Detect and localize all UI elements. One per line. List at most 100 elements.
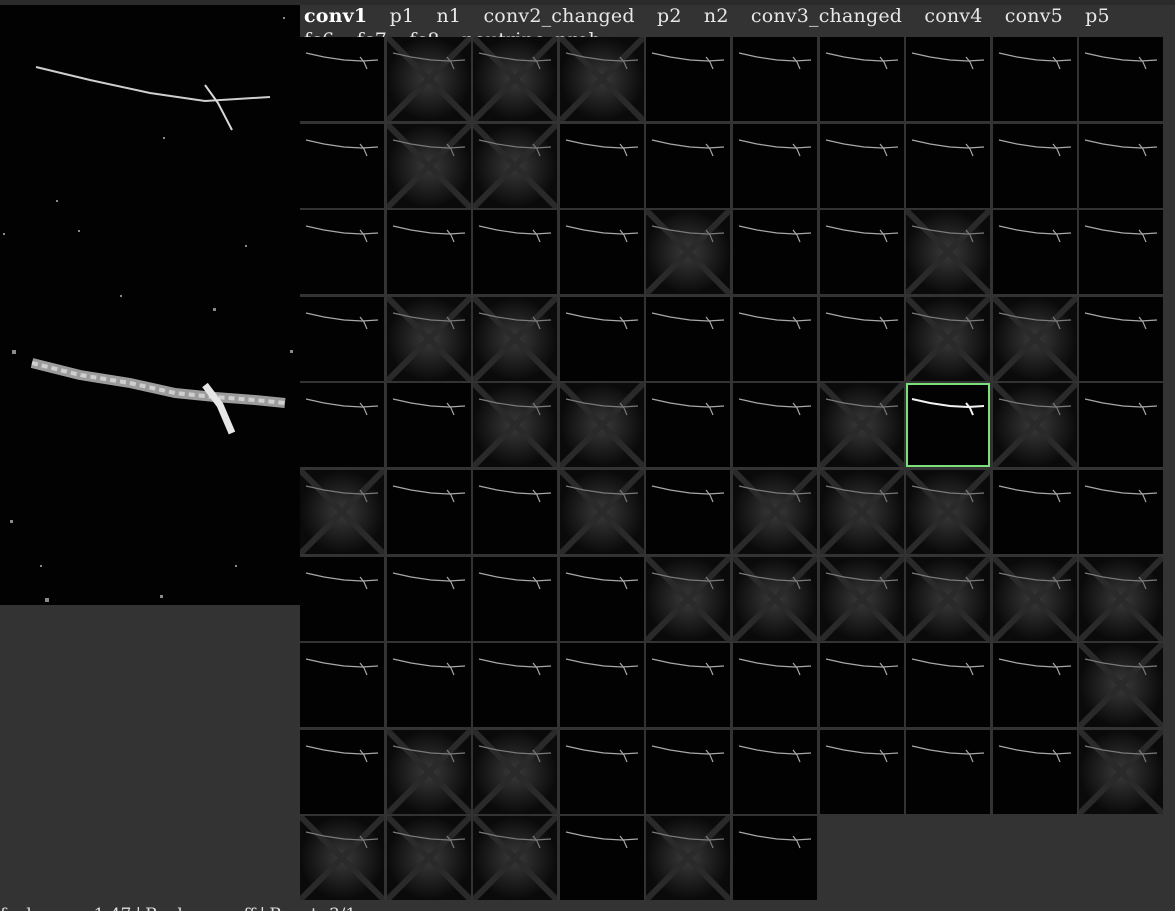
layer-tab-conv4[interactable]: conv4 <box>924 5 982 27</box>
unit-cell[interactable] <box>733 816 817 900</box>
unit-cell[interactable] <box>820 557 904 641</box>
unit-cell[interactable] <box>387 297 471 381</box>
unit-cell[interactable] <box>993 37 1077 121</box>
unit-cell[interactable] <box>560 210 644 294</box>
unit-cell[interactable] <box>646 557 730 641</box>
layer-tab-fc7[interactable]: fc7 <box>357 29 387 37</box>
unit-cell[interactable] <box>300 297 384 381</box>
unit-cell[interactable] <box>906 297 990 381</box>
unit-cell[interactable] <box>733 730 817 814</box>
unit-cell[interactable] <box>1079 383 1163 467</box>
unit-cell[interactable] <box>473 297 557 381</box>
unit-cell[interactable] <box>1079 557 1163 641</box>
unit-cell[interactable] <box>646 124 730 208</box>
unit-cell[interactable] <box>646 470 730 554</box>
layer-tab-conv1[interactable]: conv1 <box>304 5 367 27</box>
unit-cell[interactable] <box>473 643 557 727</box>
unit-cell[interactable] <box>387 383 471 467</box>
unit-cell[interactable] <box>993 210 1077 294</box>
layer-tab-fc6[interactable]: fc6 <box>304 29 334 37</box>
unit-cell[interactable] <box>1079 643 1163 727</box>
unit-cell[interactable] <box>906 124 990 208</box>
unit-cell[interactable] <box>820 643 904 727</box>
unit-cell[interactable] <box>906 730 990 814</box>
unit-cell[interactable] <box>906 557 990 641</box>
layer-tab-p1[interactable]: p1 <box>390 5 415 27</box>
layer-tab-p2[interactable]: p2 <box>657 5 682 27</box>
unit-cell[interactable] <box>560 37 644 121</box>
layer-tab-p5[interactable]: p5 <box>1085 5 1110 27</box>
unit-cell[interactable] <box>387 37 471 121</box>
unit-cell[interactable] <box>993 470 1077 554</box>
unit-cell[interactable] <box>300 37 384 121</box>
unit-cell[interactable] <box>733 297 817 381</box>
unit-cell[interactable] <box>560 297 644 381</box>
unit-cell[interactable] <box>733 643 817 727</box>
unit-cell[interactable] <box>733 124 817 208</box>
unit-cell[interactable] <box>1079 210 1163 294</box>
unit-cell[interactable] <box>1079 297 1163 381</box>
unit-cell[interactable] <box>906 210 990 294</box>
unit-cell[interactable] <box>560 557 644 641</box>
unit-cell[interactable] <box>993 124 1077 208</box>
unit-cell[interactable] <box>1079 124 1163 208</box>
unit-cell[interactable] <box>733 470 817 554</box>
unit-cell[interactable] <box>300 124 384 208</box>
unit-cell[interactable] <box>300 557 384 641</box>
unit-cell[interactable] <box>993 643 1077 727</box>
unit-cell[interactable] <box>733 37 817 121</box>
unit-cell[interactable] <box>473 210 557 294</box>
unit-cell[interactable] <box>473 124 557 208</box>
unit-cell[interactable] <box>646 297 730 381</box>
unit-cell[interactable] <box>300 643 384 727</box>
unit-cell[interactable] <box>387 470 471 554</box>
layer-tab-conv3-changed[interactable]: conv3_changed <box>751 5 902 27</box>
unit-cell[interactable] <box>560 124 644 208</box>
unit-cell[interactable] <box>906 643 990 727</box>
unit-cell[interactable] <box>820 124 904 208</box>
unit-cell[interactable] <box>646 816 730 900</box>
unit-cell[interactable] <box>560 383 644 467</box>
unit-cell[interactable] <box>906 383 990 467</box>
unit-cell[interactable] <box>560 643 644 727</box>
unit-cell[interactable] <box>646 643 730 727</box>
unit-cell[interactable] <box>473 37 557 121</box>
unit-cell[interactable] <box>387 557 471 641</box>
unit-cell[interactable] <box>473 470 557 554</box>
unit-cell[interactable] <box>1079 37 1163 121</box>
unit-cell[interactable] <box>733 210 817 294</box>
unit-cell[interactable] <box>387 643 471 727</box>
unit-cell[interactable] <box>993 383 1077 467</box>
unit-cell[interactable] <box>733 383 817 467</box>
unit-cell[interactable] <box>733 557 817 641</box>
unit-cell[interactable] <box>820 730 904 814</box>
unit-cell[interactable] <box>1079 730 1163 814</box>
unit-cell[interactable] <box>300 816 384 900</box>
unit-cell[interactable] <box>387 730 471 814</box>
unit-cell[interactable] <box>473 557 557 641</box>
unit-cell[interactable] <box>820 383 904 467</box>
layer-tab-n2[interactable]: n2 <box>704 5 729 27</box>
unit-cell[interactable] <box>473 383 557 467</box>
unit-cell[interactable] <box>906 37 990 121</box>
unit-cell[interactable] <box>560 816 644 900</box>
unit-cell[interactable] <box>473 816 557 900</box>
layer-tab-conv2-changed[interactable]: conv2_changed <box>483 5 634 27</box>
unit-cell[interactable] <box>820 470 904 554</box>
unit-cell[interactable] <box>300 470 384 554</box>
unit-cell[interactable] <box>1079 470 1163 554</box>
layer-tab-neutrino-prob[interactable]: neutrino_prob <box>462 29 601 37</box>
unit-cell[interactable] <box>560 730 644 814</box>
unit-cell[interactable] <box>820 297 904 381</box>
unit-cell[interactable] <box>906 470 990 554</box>
unit-cell[interactable] <box>300 730 384 814</box>
unit-cell[interactable] <box>646 210 730 294</box>
unit-cell[interactable] <box>646 730 730 814</box>
unit-cell[interactable] <box>820 37 904 121</box>
unit-cell[interactable] <box>993 297 1077 381</box>
unit-cell[interactable] <box>387 124 471 208</box>
unit-cell[interactable] <box>993 730 1077 814</box>
layer-tab-n1[interactable]: n1 <box>436 5 461 27</box>
unit-cell[interactable] <box>300 383 384 467</box>
layer-tab-conv5[interactable]: conv5 <box>1005 5 1063 27</box>
